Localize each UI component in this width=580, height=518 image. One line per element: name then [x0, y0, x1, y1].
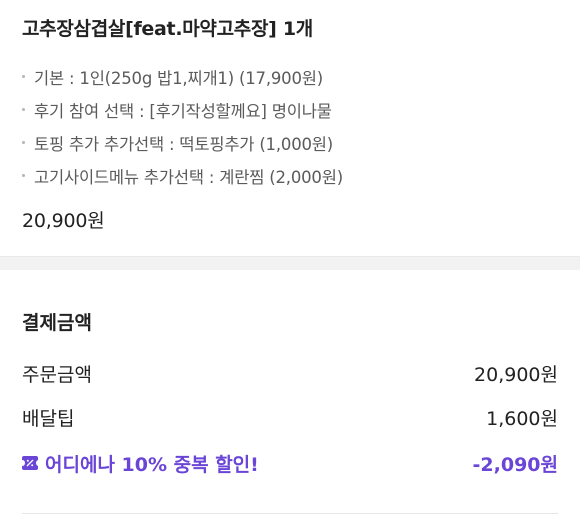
order-amount-row: 주문금액 20,900원 — [22, 356, 558, 390]
delivery-tip-label: 배달팁 — [22, 407, 75, 430]
bullet-icon — [22, 108, 25, 111]
ticket-icon — [19, 456, 41, 470]
discount-label-group: 어디에나 10% 중복 할인! — [19, 450, 259, 477]
item-title: 고추장삼겹살[feat.마약고추장] 1개 — [22, 18, 313, 40]
option-text: 고기사이드메뉴 추가선택 : 계란찜 (2,000원) — [34, 167, 343, 187]
delivery-tip-value: 1,600원 — [486, 407, 558, 430]
order-amount-label: 주문금액 — [22, 363, 92, 386]
option-text: 후기 참여 선택 : [후기작성할께요] 명이나물 — [34, 101, 332, 121]
payment-section: 결제금액 주문금액 20,900원 배달팁 1,600원 어디에나 10% 중복… — [0, 270, 580, 518]
option-text: 기본 : 1인(250g 밥1,찌개1) (17,900원) — [34, 68, 323, 88]
discount-label: 어디에나 10% 중복 할인! — [45, 453, 259, 476]
bullet-icon — [22, 75, 25, 78]
discount-row: 어디에나 10% 중복 할인! -2,090원 — [19, 446, 558, 480]
item-price: 20,900원 — [22, 210, 105, 232]
payment-title: 결제금액 — [22, 312, 92, 334]
divider-line — [22, 513, 558, 514]
delivery-tip-row: 배달팁 1,600원 — [22, 400, 558, 434]
percent-icon — [26, 459, 34, 467]
discount-value: -2,090원 — [472, 453, 558, 476]
order-amount-value: 20,900원 — [474, 363, 558, 386]
option-text: 토핑 추가 추가선택 : 떡토핑추가 (1,000원) — [34, 134, 334, 154]
section-divider — [0, 256, 580, 270]
bullet-icon — [22, 141, 25, 144]
item-options-list: 기본 : 1인(250g 밥1,찌개1) (17,900원) 후기 참여 선택 … — [22, 60, 343, 192]
option-item: 토핑 추가 추가선택 : 떡토핑추가 (1,000원) — [22, 126, 343, 159]
option-item: 고기사이드메뉴 추가선택 : 계란찜 (2,000원) — [22, 159, 343, 192]
bullet-icon — [22, 174, 25, 177]
order-item-card: 고추장삼겹살[feat.마약고추장] 1개 기본 : 1인(250g 밥1,찌개… — [0, 0, 580, 256]
option-item: 기본 : 1인(250g 밥1,찌개1) (17,900원) — [22, 60, 343, 93]
option-item: 후기 참여 선택 : [후기작성할께요] 명이나물 — [22, 93, 343, 126]
